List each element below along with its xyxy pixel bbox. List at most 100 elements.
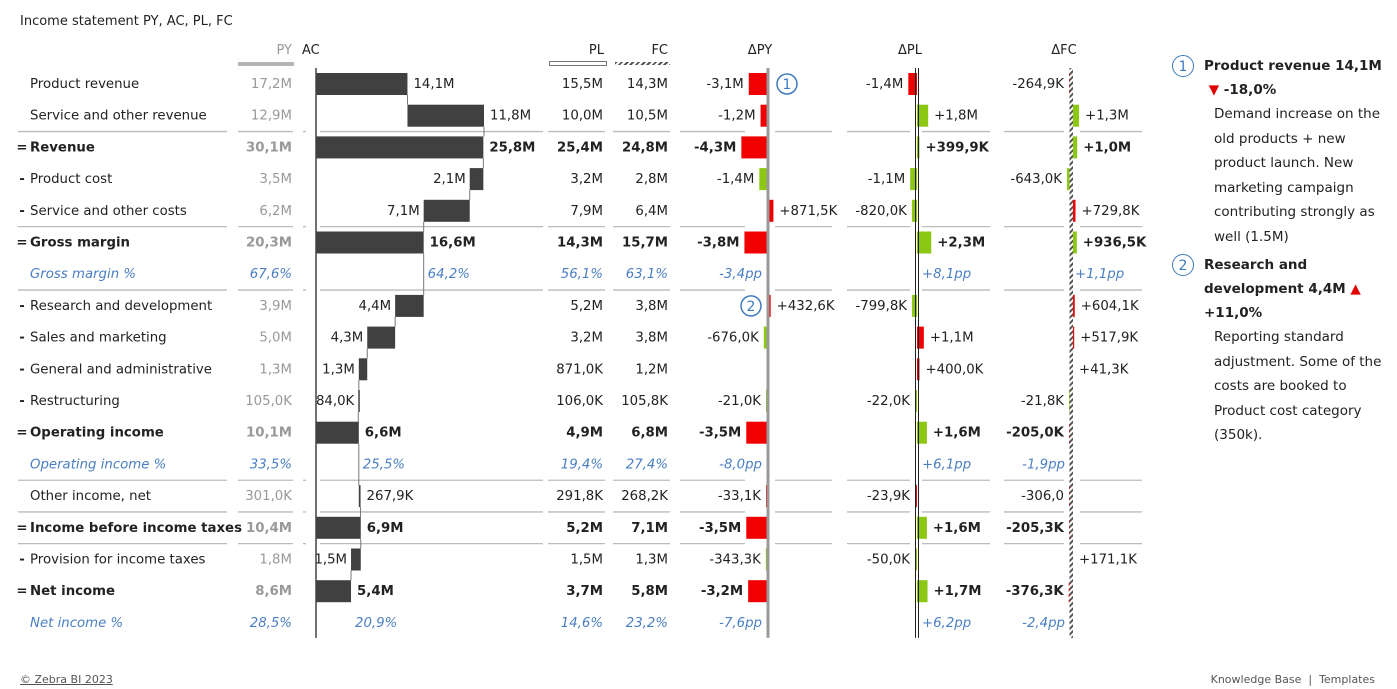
py-value: 67,6% [250, 267, 292, 282]
delta-fc-axis [1069, 68, 1073, 638]
delta-pl-bar [911, 199, 917, 222]
row-label: Operating income % [30, 457, 166, 472]
delta-py-value: -7,6pp [719, 616, 762, 631]
row-prefix: = [16, 236, 27, 251]
row-prefix: = [16, 521, 27, 536]
delta-fc-value: +1,3M [1085, 109, 1129, 124]
ac-value: 20,9% [355, 616, 397, 631]
ac-bar [395, 294, 424, 317]
fc-value: 27,4% [626, 457, 668, 472]
income-statement-chart: Product revenue 17,2M 15,5M 14,3M14,1M -3,1M… [16, 68, 1147, 638]
delta-fc-value: +936,5K [1083, 236, 1147, 251]
row-label: General and administrative [30, 362, 212, 377]
pl-value: 4,9M [566, 426, 603, 441]
ac-bar [423, 199, 470, 222]
ac-value: 5,4M [357, 584, 394, 599]
row-label: Net income [30, 584, 115, 599]
ac-value: 6,6M [365, 426, 402, 441]
delta-pl-value: +1,8M [934, 109, 978, 124]
ac-bar [358, 390, 360, 412]
ac-bar [316, 231, 424, 254]
delta-fc-value: -264,9K [1012, 77, 1064, 92]
delta-py-bar [748, 73, 768, 95]
fc-value: 3,8M [635, 331, 668, 346]
fc-value: 15,7M [622, 236, 668, 251]
delta-pl-bar [912, 294, 917, 317]
pl-value: 25,4M [557, 140, 603, 155]
pl-value: 56,1% [561, 267, 603, 282]
pl-value: 106,0K [556, 394, 603, 409]
py-value: 30,1M [246, 140, 292, 155]
delta-py-value: -21,0K [718, 394, 761, 409]
delta-fc-value: -376,3K [1006, 584, 1065, 599]
ac-value: 1,3M [322, 362, 355, 377]
py-value: 20,3M [246, 236, 292, 251]
delta-fc-value: -643,0K [1010, 172, 1062, 187]
delta-pl-value: -50,0K [867, 553, 910, 568]
footer-links[interactable]: Knowledge Base | Templates [1211, 673, 1375, 686]
delta-py-value: -1,4M [717, 172, 754, 187]
note-title: Research and development 4,4M [1204, 257, 1346, 297]
ac-value: 25,5% [363, 457, 405, 472]
pl-value: 14,3M [557, 236, 603, 251]
delta-fc-value: +1,0M [1083, 140, 1131, 155]
ac-value: 11,8M [490, 109, 531, 124]
py-value: 1,8M [259, 553, 292, 568]
fc-value: 14,3M [627, 77, 668, 92]
copyright-link[interactable]: © Zebra BI 2023 [20, 673, 113, 686]
delta-pl-bar [917, 231, 932, 254]
delta-fc-value: +41,3K [1079, 362, 1129, 377]
triangle-down-icon: ▼ [1208, 82, 1220, 98]
delta-py-value: +432,6K [777, 299, 835, 314]
delta-py-value: -33,1K [718, 489, 761, 504]
fc-value: 2,8M [635, 172, 668, 187]
delta-pl-value: +6,2pp [922, 616, 971, 631]
row-label: Restructuring [30, 394, 120, 409]
delta-fc-value: -1,9pp [1022, 457, 1065, 472]
py-value: 6,2M [259, 204, 292, 219]
fc-value: 24,8M [622, 140, 668, 155]
row-label: Gross margin % [30, 267, 136, 282]
row-prefix: - [19, 172, 25, 187]
ac-value: 64,2% [428, 267, 470, 282]
delta-py-bar [746, 421, 768, 444]
pl-value: 7,9M [570, 204, 603, 219]
delta-fc-value: +604,1K [1081, 299, 1139, 314]
delta-py-value: -3,8M [697, 236, 739, 251]
delta-pl-value: -1,1M [868, 172, 905, 187]
py-value: 10,1M [246, 426, 292, 441]
ac-value: 25,8M [489, 140, 535, 155]
py-value: 1,3M [259, 362, 292, 377]
fc-value: 3,8M [635, 299, 668, 314]
delta-py-bar [744, 231, 768, 254]
note-delta: +11,0% [1204, 305, 1263, 321]
ac-value: 2,1M [433, 172, 466, 187]
delta-py-value: -3,5M [699, 521, 741, 536]
fc-value: 268,2K [621, 489, 668, 504]
delta-fc-value: +1,1pp [1075, 267, 1124, 282]
py-value: 3,5M [259, 172, 292, 187]
py-value: 3,9M [259, 299, 292, 314]
fc-value: 1,2M [635, 362, 668, 377]
delta-py-value: +871,5K [779, 204, 837, 219]
delta-py-value: -343,3K [709, 553, 761, 568]
row-label: Other income, net [30, 489, 151, 504]
py-value: 5,0M [259, 331, 292, 346]
delta-pl-value: -22,0K [867, 394, 910, 409]
delta-py-value: -8,0pp [719, 457, 762, 472]
pl-value: 1,5M [570, 553, 603, 568]
row-prefix: - [19, 204, 25, 219]
fc-value: 5,8M [631, 584, 668, 599]
delta-pl-value: -799,8K [855, 299, 907, 314]
note-marker-number: 1 [783, 77, 792, 93]
ac-value: 267,9K [367, 489, 414, 504]
delta-fc-value: -205,3K [1006, 521, 1065, 536]
delta-pl-value: +1,7M [934, 584, 982, 599]
pl-value: 15,5M [562, 77, 603, 92]
row-label: Operating income [30, 426, 164, 441]
row-prefix: - [19, 553, 25, 568]
delta-py-bar [748, 580, 768, 603]
delta-pl-value: +6,1pp [922, 457, 971, 472]
ac-bar [351, 548, 361, 571]
pl-value: 10,0M [562, 109, 603, 124]
